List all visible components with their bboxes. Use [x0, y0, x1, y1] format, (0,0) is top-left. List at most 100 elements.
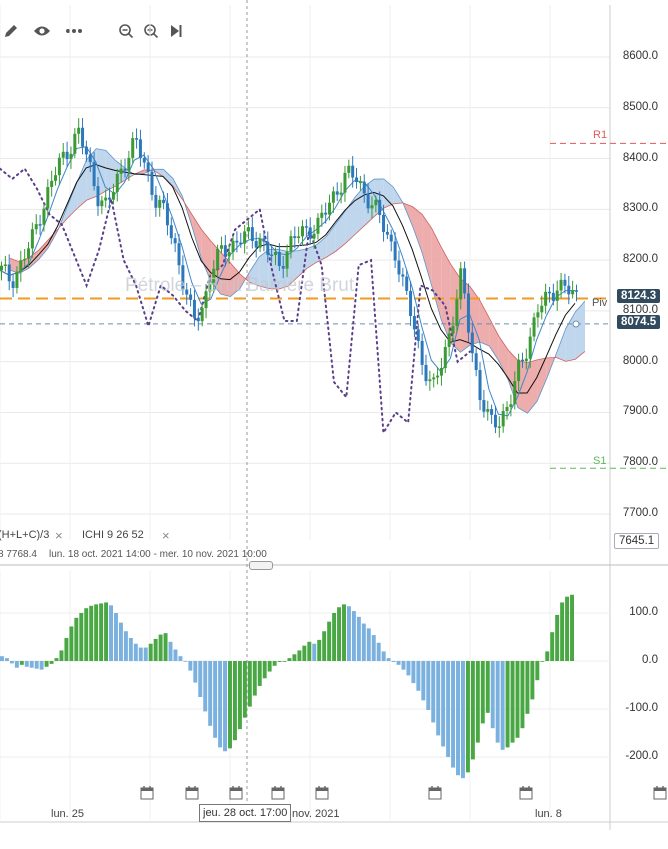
candle-body: [547, 291, 551, 294]
histogram-bar: [401, 661, 406, 670]
candle-body: [497, 426, 501, 428]
histogram-bar: [431, 661, 436, 723]
histogram-bar: [272, 661, 277, 666]
candle-body: [563, 279, 567, 286]
histogram-bar: [540, 661, 545, 662]
histogram-bar: [148, 643, 153, 661]
histogram-bar: [14, 661, 19, 668]
pane-resize-handle[interactable]: [249, 561, 273, 570]
candle-body: [517, 359, 521, 382]
watermark: Pétrole – Brut Barrière Brut: [125, 275, 355, 296]
candle-body: [142, 157, 146, 163]
candle-body: [335, 191, 339, 195]
histogram-bar: [530, 661, 535, 700]
histogram-bar: [312, 643, 317, 661]
candle-body: [42, 208, 46, 225]
histogram: [0, 594, 574, 779]
calendar-icon[interactable]: [140, 786, 154, 800]
histogram-bar: [297, 650, 302, 661]
histogram-bar: [178, 656, 183, 661]
histogram-bar: [570, 594, 574, 661]
candle-body: [84, 146, 88, 155]
candle-body: [470, 332, 474, 354]
histogram-bar: [163, 633, 168, 661]
histogram-bar: [451, 661, 456, 768]
candle-body: [92, 162, 96, 187]
candle-body: [374, 199, 378, 206]
histogram-bar: [490, 661, 495, 729]
histogram-bar: [426, 661, 431, 710]
candle-body: [235, 240, 239, 243]
histogram-bar: [123, 631, 128, 661]
candle-body: [308, 227, 312, 239]
candle-body: [401, 274, 405, 277]
cloud-segment: [565, 311, 576, 362]
calendar-icon[interactable]: [653, 786, 667, 800]
candle-body: [285, 251, 289, 269]
calendar-icon[interactable]: [519, 786, 533, 800]
candle-body: [347, 165, 351, 173]
price-tick-label: 7800.0: [622, 456, 658, 469]
grid-lines: [0, 0, 668, 830]
histogram-bar: [366, 628, 371, 661]
calendar-icon[interactable]: [229, 786, 243, 800]
histogram-bar: [376, 642, 381, 661]
price-tick-label: 8300.0: [622, 202, 658, 215]
histogram-bar: [89, 605, 94, 661]
candle-body: [486, 409, 490, 412]
histogram-bar: [237, 661, 242, 730]
histogram-bar: [421, 661, 426, 701]
calendar-icon[interactable]: [271, 786, 285, 800]
calendar-icon[interactable]: [428, 786, 442, 800]
price-tick-label: 8200.0: [622, 253, 658, 266]
histogram-bar: [436, 661, 441, 736]
candle-body: [555, 290, 559, 301]
candle-body: [30, 229, 34, 249]
histogram-bar: [158, 634, 163, 661]
candle-body: [474, 353, 478, 371]
price-tick-label: 8000.0: [622, 354, 658, 367]
histogram-bar: [505, 661, 510, 748]
histogram-bar: [267, 661, 272, 672]
histogram-bar: [114, 613, 118, 661]
histogram-bar: [183, 661, 188, 662]
candle-body: [432, 377, 436, 380]
candle-body: [509, 404, 513, 408]
histogram-bar: [396, 661, 401, 665]
calendar-icon[interactable]: [315, 786, 329, 800]
histogram-bar: [54, 658, 59, 661]
price-chart[interactable]: [0, 0, 668, 849]
candle-body: [61, 151, 65, 158]
histogram-bar: [342, 604, 346, 661]
candle-body: [273, 251, 277, 256]
candle-body: [250, 227, 254, 241]
histogram-bar: [495, 661, 500, 743]
histogram-bar: [168, 641, 173, 661]
remove-ichimoku-icon[interactable]: ×: [162, 528, 170, 543]
candle-body: [304, 226, 308, 228]
cloud-segment: [479, 299, 490, 346]
histogram-bar: [118, 622, 123, 661]
histogram-bar: [188, 661, 193, 671]
info-value: 8 7768.4: [0, 549, 37, 560]
x-label-nov-2021: nov. 2021: [292, 808, 340, 820]
candle-body: [420, 340, 424, 365]
remove-formula-icon[interactable]: ×: [55, 528, 63, 543]
cloud-segment: [105, 150, 116, 191]
candle-body: [108, 197, 112, 200]
candle-body: [3, 264, 7, 266]
cloud-segment: [431, 228, 442, 320]
candle-body: [262, 238, 266, 242]
histogram-bar: [545, 651, 550, 661]
candle-body: [77, 127, 81, 134]
calendar-icon[interactable]: [185, 786, 199, 800]
s1-label: S1: [593, 455, 607, 467]
x-label-lun-8: lun. 8: [535, 808, 562, 820]
candle-body: [463, 268, 467, 294]
candle-body: [15, 271, 19, 288]
histogram-bar: [232, 661, 237, 741]
histogram-bar: [332, 613, 337, 661]
histogram-bar: [520, 661, 525, 729]
candle-body: [254, 240, 258, 248]
candle-body: [127, 157, 131, 171]
